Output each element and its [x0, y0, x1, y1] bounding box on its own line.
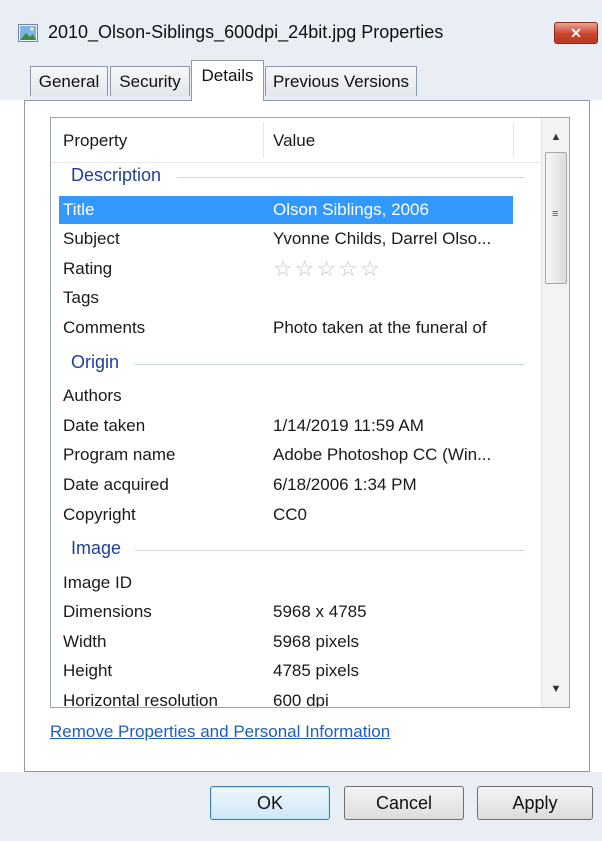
table-row[interactable]: Image ID — [59, 569, 513, 597]
cancel-button[interactable]: Cancel — [344, 786, 464, 820]
group-heading-description: Description — [71, 165, 162, 185]
apply-button[interactable]: Apply — [477, 786, 593, 820]
table-row[interactable]: Subject Yvonne Childs, Darrel Olso... — [59, 225, 513, 253]
property-value[interactable]: 1/14/2019 11:59 AM — [273, 412, 424, 440]
remove-properties-link[interactable]: Remove Properties and Personal Informati… — [50, 722, 390, 742]
property-value[interactable]: 6/18/2006 1:34 PM — [273, 471, 417, 499]
star-icon[interactable]: ☆ — [295, 256, 315, 282]
property-name: Program name — [63, 445, 176, 464]
property-name: Subject — [63, 229, 120, 248]
table-row[interactable]: Program name Adobe Photoshop CC (Win... — [59, 441, 513, 469]
scroll-down-arrow-icon[interactable]: ▼ — [542, 674, 569, 704]
list-header: Property Value — [51, 118, 541, 163]
property-value[interactable]: Adobe Photoshop CC (Win... — [273, 441, 491, 469]
table-row[interactable]: Dimensions 5968 x 4785 — [59, 598, 513, 626]
group-divider — [135, 550, 525, 551]
table-row[interactable]: Width 5968 pixels — [59, 628, 513, 656]
tab-general[interactable]: General — [30, 66, 108, 96]
property-value[interactable]: 5968 pixels — [273, 628, 359, 656]
property-name: Copyright — [63, 505, 136, 524]
property-name: Image ID — [63, 573, 132, 592]
image-file-icon — [18, 24, 38, 42]
property-name: Comments — [63, 318, 146, 337]
property-name: Date acquired — [63, 475, 169, 494]
property-name: Dimensions — [63, 602, 152, 621]
star-icon[interactable]: ☆ — [360, 256, 380, 282]
details-list[interactable]: Property Value Description Title Olson S… — [50, 117, 570, 708]
scroll-up-arrow-icon[interactable]: ▲ — [542, 122, 569, 152]
table-row[interactable]: Authors — [59, 382, 513, 410]
grip-icon: ≡ — [552, 208, 559, 220]
ok-button[interactable]: OK — [210, 786, 330, 820]
window-title: 2010_Olson-Siblings_600dpi_24bit.jpg Pro… — [48, 22, 444, 42]
column-header-value[interactable]: Value — [273, 118, 315, 162]
table-row[interactable]: Horizontal resolution 600 dpi — [59, 687, 513, 708]
table-row[interactable]: Date acquired 6/18/2006 1:34 PM — [59, 471, 513, 499]
property-value[interactable]: Photo taken at the funeral of — [273, 314, 487, 342]
group-divider — [135, 364, 525, 365]
table-row[interactable]: Title Olson Siblings, 2006 — [59, 196, 513, 224]
scroll-thumb[interactable]: ≡ — [545, 152, 567, 284]
property-name: Tags — [63, 288, 99, 307]
properties-dialog: 2010_Olson-Siblings_600dpi_24bit.jpg Pro… — [0, 0, 602, 841]
group-heading-origin: Origin — [71, 352, 120, 372]
tab-security[interactable]: Security — [110, 66, 190, 96]
property-name: Authors — [63, 386, 122, 405]
tab-previous-versions[interactable]: Previous Versions — [265, 66, 417, 96]
property-value[interactable]: 4785 pixels — [273, 657, 359, 685]
group-heading-image: Image — [71, 538, 122, 558]
property-name: Rating — [63, 259, 113, 278]
title-bar[interactable]: 2010_Olson-Siblings_600dpi_24bit.jpg Pro… — [0, 0, 602, 60]
property-name: Title — [63, 200, 95, 219]
property-value[interactable]: 600 dpi — [273, 687, 329, 707]
property-name: Width — [63, 632, 107, 651]
property-value[interactable]: Olson Siblings, 2006 — [273, 196, 429, 224]
rating-stars[interactable]: ☆☆☆☆☆ — [273, 256, 382, 284]
property-name: Height — [63, 661, 113, 680]
star-icon[interactable]: ☆ — [338, 256, 358, 282]
close-button[interactable]: ✕ — [554, 22, 598, 44]
group-divider — [177, 177, 525, 178]
column-header-property[interactable]: Property — [63, 118, 127, 162]
table-row[interactable]: Rating ☆☆☆☆☆ — [59, 255, 513, 283]
property-name: Date taken — [63, 416, 146, 435]
column-divider[interactable] — [263, 122, 264, 158]
property-name: Horizontal resolution — [63, 691, 218, 708]
star-icon[interactable]: ☆ — [316, 256, 336, 282]
property-value[interactable]: Yvonne Childs, Darrel Olso... — [273, 225, 491, 253]
table-row[interactable]: Comments Photo taken at the funeral of — [59, 314, 513, 342]
table-row[interactable]: Tags — [59, 284, 513, 312]
table-row[interactable]: Copyright CC0 — [59, 501, 513, 529]
close-icon: ✕ — [570, 24, 582, 41]
star-icon[interactable]: ☆ — [273, 256, 293, 282]
table-row[interactable]: Date taken 1/14/2019 11:59 AM — [59, 412, 513, 440]
vertical-scrollbar[interactable]: ▲ ≡ ▼ — [541, 118, 569, 707]
tab-details[interactable]: Details — [191, 60, 264, 101]
property-value[interactable]: 5968 x 4785 — [273, 598, 367, 626]
table-row[interactable]: Height 4785 pixels — [59, 657, 513, 685]
property-value[interactable]: CC0 — [273, 501, 307, 529]
column-divider[interactable] — [513, 122, 514, 158]
